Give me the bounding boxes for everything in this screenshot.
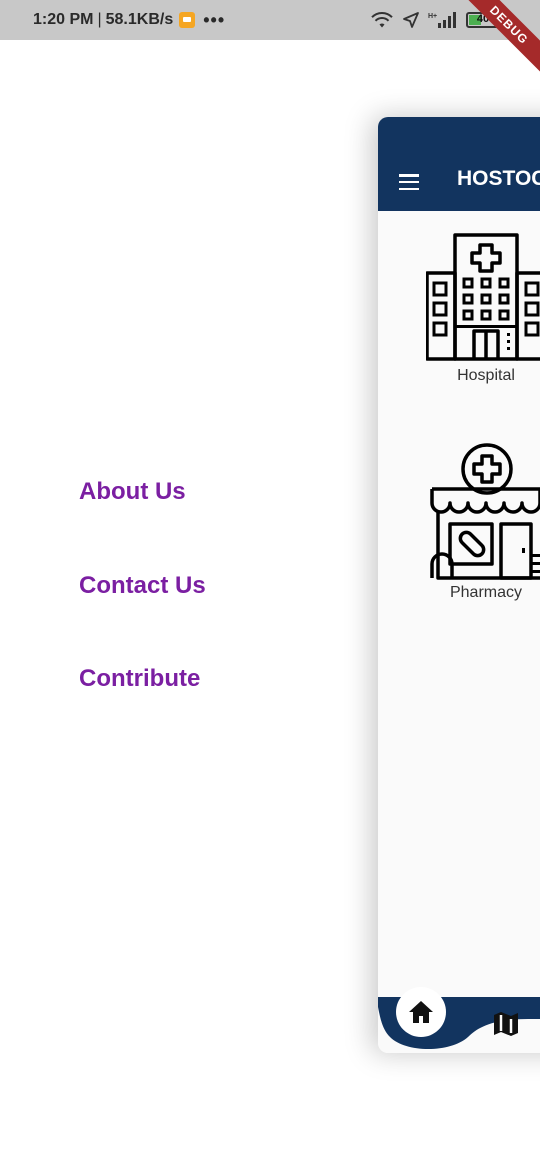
- hospital-tile[interactable]: Hospital: [426, 231, 540, 385]
- status-separator: |: [97, 11, 102, 28]
- location-arrow-icon: [403, 12, 419, 28]
- more-notifications-icon: •••: [203, 9, 226, 30]
- drawer-item-about-us[interactable]: About Us: [79, 478, 186, 506]
- pharmacy-tile[interactable]: Pharmacy: [426, 442, 540, 602]
- pharmacy-label: Pharmacy: [449, 584, 523, 601]
- hospital-label: Hospital: [457, 367, 515, 384]
- cell-signal-icon: H+: [428, 12, 456, 28]
- drawer-item-contact-us[interactable]: Contact Us: [79, 572, 206, 600]
- pharmacy-icon: [430, 443, 540, 580]
- message-notification-icon: [179, 12, 196, 28]
- menu-icon[interactable]: [399, 174, 419, 190]
- map-nav-button[interactable]: [492, 1011, 520, 1042]
- home-nav-button[interactable]: [396, 987, 446, 1037]
- network-type-label: H+: [428, 13, 437, 20]
- map-icon: [494, 1012, 518, 1036]
- app-bar: HOSTOC: [378, 117, 540, 211]
- drawer-item-contribute[interactable]: Contribute: [79, 665, 200, 693]
- home-icon: [409, 1001, 433, 1023]
- hospital-icon: [426, 233, 540, 361]
- main-screen-preview[interactable]: HOSTOC Hospital Pharmacy: [378, 117, 540, 1053]
- app-title: HOSTOC: [457, 167, 540, 190]
- status-left: 1:20 PM | 58.1KB/s •••: [33, 0, 225, 40]
- status-network-speed: 58.1KB/s: [105, 11, 174, 28]
- status-time: 1:20 PM: [33, 11, 94, 28]
- status-bar: 1:20 PM | 58.1KB/s ••• H+ 40 DEBUG: [0, 0, 540, 79]
- wifi-icon: [371, 12, 393, 28]
- screen: { "status_bar": { "time": "1:20 PM", "se…: [0, 0, 540, 1170]
- bottom-navigation-bar: [378, 987, 540, 1053]
